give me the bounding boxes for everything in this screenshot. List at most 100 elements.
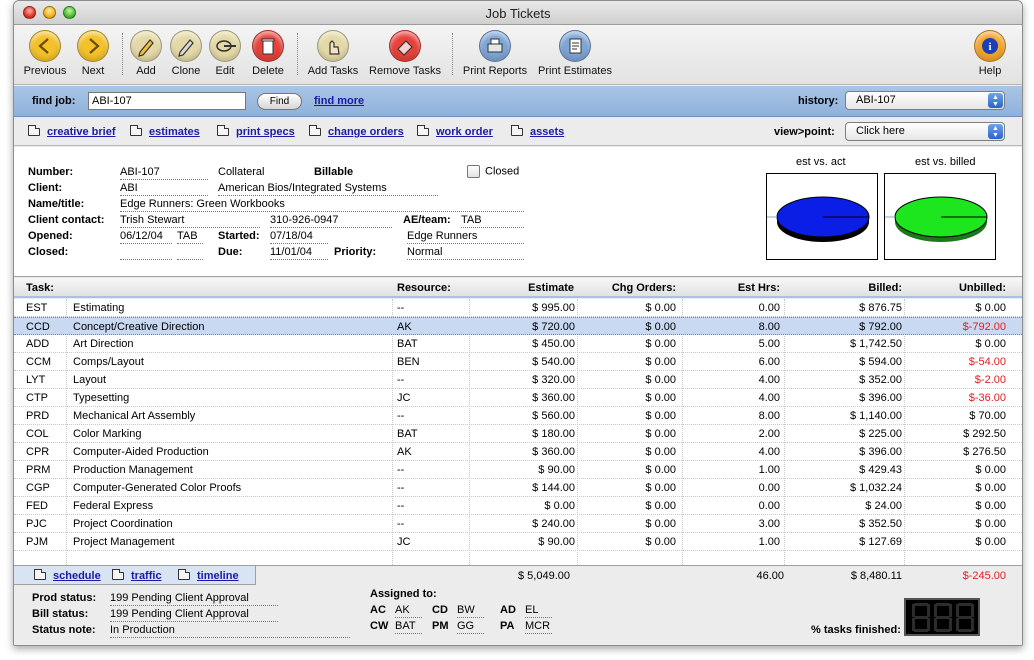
closed-by-field[interactable] — [177, 246, 203, 260]
cell-chg: $ 0.00 — [645, 446, 676, 458]
table-row[interactable]: PRD Mechanical Art Assembly -- $ 560.00 $ 0.… — [14, 407, 1022, 425]
client-code-field[interactable]: ABI — [120, 182, 208, 196]
tab-timeline[interactable]: timeline — [178, 569, 239, 582]
find-more-link[interactable]: find more — [314, 95, 364, 107]
opened-by-field[interactable]: TAB — [177, 230, 203, 244]
est-vs-act-chart — [766, 173, 878, 260]
table-row[interactable]: FED Federal Express -- $ 0.00 $ 0.00 0.00 $ 24… — [14, 497, 1022, 515]
history-value: ABI-107 — [856, 94, 896, 106]
cell-chg: $ 0.00 — [645, 500, 676, 512]
started-date-field[interactable]: 07/18/04 — [270, 230, 328, 244]
table-row[interactable]: COL Color Marking BAT $ 180.00 $ 0.00 2.00 $ 2… — [14, 425, 1022, 443]
table-row[interactable]: CPR Computer-Aided Production AK $ 360.00 $ … — [14, 443, 1022, 461]
table-row[interactable]: LYT Layout -- $ 320.00 $ 0.00 4.00 $ 352.00 $-2… — [14, 371, 1022, 389]
col-chg-orders[interactable]: Chg Orders: — [579, 282, 676, 294]
lcd-segment — [934, 604, 937, 617]
total-estimate: $ 5,049.00 — [518, 570, 570, 582]
tab-estimates[interactable]: estimates — [130, 125, 200, 138]
history-popup[interactable]: ABI-107 ▲ ▼ — [845, 91, 1005, 110]
table-row[interactable]: PJM Project Management JC $ 90.00 $ 0.00 1.00… — [14, 533, 1022, 551]
folder-icon — [417, 125, 429, 137]
add-tasks-button[interactable]: Add Tasks — [303, 30, 363, 77]
billable-value[interactable]: Billable — [314, 166, 353, 178]
folder-icon — [28, 125, 40, 137]
clone-button[interactable]: Clone — [166, 30, 206, 77]
cell-unbilled: $ 0.00 — [975, 338, 1006, 350]
assigned-person-field[interactable]: AK — [395, 604, 422, 618]
table-row[interactable]: CCM Comps/Layout BEN $ 540.00 $ 0.00 6.00 $ 59… — [14, 353, 1022, 371]
status-note-field[interactable]: In Production — [110, 624, 350, 638]
table-row[interactable]: PJC Project Coordination -- $ 240.00 $ 0.00 3… — [14, 515, 1022, 533]
bill-status-field[interactable]: 199 Pending Client Approval — [110, 608, 278, 622]
table-row[interactable]: PRM Production Management -- $ 90.00 $ 0.00 1… — [14, 461, 1022, 479]
col-task[interactable]: Task: — [26, 282, 54, 294]
assigned-person-field[interactable]: BW — [457, 604, 484, 618]
col-estimate[interactable]: Estimate — [474, 282, 574, 294]
team-field[interactable]: Edge Runners — [407, 230, 524, 244]
assigned-person-field[interactable]: EL — [525, 604, 552, 618]
client-contact-field[interactable]: Trish Stewart — [120, 214, 260, 228]
cell-code: CPR — [26, 446, 50, 458]
cell-hrs: 6.00 — [758, 356, 780, 368]
table-row[interactable]: CGP Computer-Generated Color Proofs -- $ 14… — [14, 479, 1022, 497]
help-button[interactable]: i Help — [972, 30, 1008, 77]
cell-billed: $ 594.00 — [859, 356, 902, 368]
table-row[interactable]: ADD Art Direction BAT $ 450.00 $ 0.00 5.00 $ 1… — [14, 335, 1022, 353]
name-title-field[interactable]: Edge Runners: Green Workbooks — [120, 198, 524, 212]
assigned-person-field[interactable]: BAT — [395, 620, 422, 634]
tab-print-specs[interactable]: print specs — [217, 125, 295, 138]
closed-checkbox[interactable]: Closed — [467, 165, 519, 178]
assigned-person-field[interactable]: GG — [457, 620, 484, 634]
assigned-role-label: CD — [432, 604, 448, 616]
tab-schedule[interactable]: schedule — [34, 569, 101, 582]
print-reports-button[interactable]: Print Reports — [460, 30, 530, 77]
table-row-selected[interactable]: CCD Concept/Creative Direction AK $ 720.00 $… — [14, 317, 1022, 335]
folder-icon — [309, 125, 321, 137]
job-number-field[interactable]: ABI-107 — [120, 166, 208, 180]
delete-button[interactable]: Delete — [247, 30, 289, 77]
tab-traffic[interactable]: traffic — [112, 569, 162, 582]
tab-creative-brief[interactable]: creative brief — [28, 125, 115, 138]
viewpoint-popup[interactable]: Click here ▲ ▼ — [845, 122, 1005, 141]
table-row[interactable]: CTP Typesetting JC $ 360.00 $ 0.00 4.00 $ 396.… — [14, 389, 1022, 407]
opened-date-field[interactable]: 06/12/04 — [120, 230, 172, 244]
tab-work-order[interactable]: work order — [417, 125, 493, 138]
previous-button[interactable]: Previous — [20, 30, 70, 77]
lcd-segment — [927, 618, 930, 631]
find-job-input[interactable] — [88, 92, 246, 110]
info-icon: i — [974, 30, 1006, 62]
cell-unbilled: $ 0.00 — [975, 464, 1006, 476]
est-vs-billed-title: est vs. billed — [915, 156, 976, 168]
cell-billed: $ 1,742.50 — [850, 338, 902, 350]
edit-button[interactable]: Edit — [207, 30, 243, 77]
client-name-field[interactable]: American Bios/Integrated Systems — [218, 182, 438, 196]
cell-task: Mechanical Art Assembly — [73, 410, 196, 422]
print-estimates-button[interactable]: Print Estimates — [534, 30, 616, 77]
tab-assets[interactable]: assets — [511, 125, 564, 138]
assigned-person-field[interactable]: MCR — [525, 620, 552, 634]
table-row[interactable]: EST Estimating -- $ 995.00 $ 0.00 0.00 $ 876.7… — [14, 299, 1022, 317]
col-est-hrs[interactable]: Est Hrs: — [684, 282, 780, 294]
prod-status-field[interactable]: 199 Pending Client Approval — [110, 592, 278, 606]
cell-resource: -- — [397, 410, 405, 422]
col-billed[interactable]: Billed: — [786, 282, 902, 294]
due-date-field[interactable]: 11/01/04 — [270, 246, 328, 260]
lcd-segment — [936, 603, 950, 606]
viewpoint-label: view>point: — [774, 126, 835, 138]
next-button[interactable]: Next — [70, 30, 116, 77]
client-phone-field[interactable]: 310-926-0947 — [270, 214, 392, 228]
priority-field[interactable]: Normal — [407, 246, 524, 260]
add-button[interactable]: Add — [128, 30, 164, 77]
window-title: Job Tickets — [485, 6, 551, 21]
ae-field[interactable]: TAB — [461, 214, 524, 228]
opened-label: Opened: — [28, 230, 73, 242]
find-button[interactable]: Find — [257, 93, 302, 110]
cell-task: Production Management — [73, 464, 193, 476]
col-resource[interactable]: Resource: — [397, 282, 451, 294]
job-type-value[interactable]: Collateral — [218, 166, 264, 178]
remove-tasks-button[interactable]: Remove Tasks — [367, 30, 443, 77]
col-unbilled[interactable]: Unbilled: — [906, 282, 1006, 294]
closed-date-field[interactable] — [120, 246, 172, 260]
tab-change-orders[interactable]: change orders — [309, 125, 404, 138]
cell-code: CCM — [26, 356, 52, 368]
